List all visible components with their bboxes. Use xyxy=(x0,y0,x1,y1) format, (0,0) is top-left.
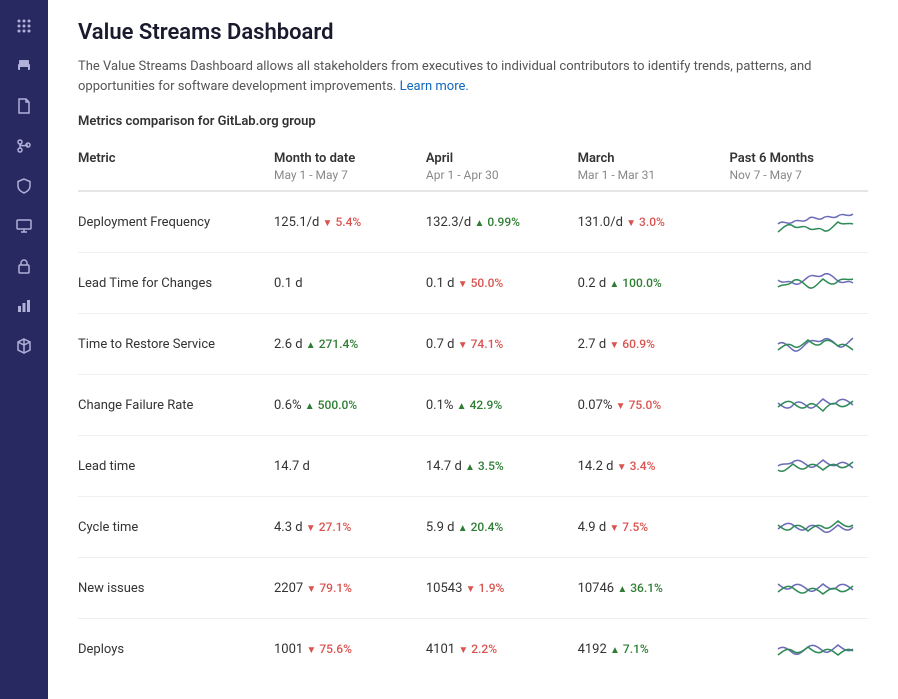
sparkline-cell xyxy=(729,436,868,497)
march-value: 0.2 d 100.0% xyxy=(578,253,730,314)
table-row: Change Failure Rate 0.6% 500.0% 0.1% 42.… xyxy=(78,375,868,436)
shield-icon[interactable] xyxy=(8,170,40,202)
mtd-value: 125.1/d 5.4% xyxy=(274,191,426,253)
april-value: 0.1% 42.9% xyxy=(426,375,578,436)
col-header-april: April Apr 1 - Apr 30 xyxy=(426,143,578,191)
metric-name: Deploys xyxy=(78,619,274,680)
dots-grid-icon[interactable] xyxy=(8,10,40,42)
metrics-group-label: Metrics comparison for GitLab.org group xyxy=(78,114,868,129)
main-content: Value Streams Dashboard The Value Stream… xyxy=(48,0,898,699)
metric-name: New issues xyxy=(78,558,274,619)
metric-name: Time to Restore Service xyxy=(78,314,274,375)
april-value: 0.7 d 74.1% xyxy=(426,314,578,375)
table-row: Deployment Frequency 125.1/d 5.4% 132.3/… xyxy=(78,191,868,253)
col-header-march: March Mar 1 - Mar 31 xyxy=(578,143,730,191)
march-value: 4.9 d 7.5% xyxy=(578,497,730,558)
mtd-value: 2207 79.1% xyxy=(274,558,426,619)
sparkline-cell xyxy=(729,619,868,680)
sparkline-cell xyxy=(729,497,868,558)
page-icon[interactable] xyxy=(8,90,40,122)
march-value: 0.07% 75.0% xyxy=(578,375,730,436)
printer-icon[interactable] xyxy=(8,50,40,82)
mtd-value: 2.6 d 271.4% xyxy=(274,314,426,375)
table-row: Cycle time 4.3 d 27.1% 5.9 d 20.4% 4.9 d… xyxy=(78,497,868,558)
metric-name: Cycle time xyxy=(78,497,274,558)
april-value: 10543 1.9% xyxy=(426,558,578,619)
table-row: Lead time 14.7 d 14.7 d 3.5% 14.2 d 3.4% xyxy=(78,436,868,497)
march-value: 4192 7.1% xyxy=(578,619,730,680)
table-row: Deploys 1001 75.6% 4101 2.2% 4192 7.1% xyxy=(78,619,868,680)
mtd-value: 14.7 d xyxy=(274,436,426,497)
sparkline-cell xyxy=(729,191,868,253)
table-row: Time to Restore Service 2.6 d 271.4% 0.7… xyxy=(78,314,868,375)
page-title: Value Streams Dashboard xyxy=(78,20,868,45)
sidebar xyxy=(0,0,48,699)
march-value: 131.0/d 3.0% xyxy=(578,191,730,253)
april-value: 4101 2.2% xyxy=(426,619,578,680)
march-value: 14.2 d 3.4% xyxy=(578,436,730,497)
march-value: 10746 36.1% xyxy=(578,558,730,619)
april-value: 132.3/d 0.99% xyxy=(426,191,578,253)
mtd-value: 4.3 d 27.1% xyxy=(274,497,426,558)
col-header-metric: Metric xyxy=(78,143,274,191)
mtd-value: 0.6% 500.0% xyxy=(274,375,426,436)
metric-name: Deployment Frequency xyxy=(78,191,274,253)
metrics-table: Metric Month to date May 1 - May 7 April… xyxy=(78,143,868,679)
learn-more-link[interactable]: Learn more. xyxy=(400,79,469,94)
metric-name: Lead Time for Changes xyxy=(78,253,274,314)
package-icon[interactable] xyxy=(8,330,40,362)
march-value: 2.7 d 60.9% xyxy=(578,314,730,375)
mtd-value: 0.1 d xyxy=(274,253,426,314)
metric-name: Lead time xyxy=(78,436,274,497)
table-row: New issues 2207 79.1% 10543 1.9% 10746 3… xyxy=(78,558,868,619)
table-row: Lead Time for Changes 0.1 d 0.1 d 50.0% … xyxy=(78,253,868,314)
lock-icon[interactable] xyxy=(8,250,40,282)
page-description: The Value Streams Dashboard allows all s… xyxy=(78,57,868,96)
merge-icon[interactable] xyxy=(8,130,40,162)
april-value: 14.7 d 3.5% xyxy=(426,436,578,497)
sparkline-cell xyxy=(729,253,868,314)
metric-name: Change Failure Rate xyxy=(78,375,274,436)
col-header-past6: Past 6 Months Nov 7 - May 7 xyxy=(729,143,868,191)
col-header-mtd: Month to date May 1 - May 7 xyxy=(274,143,426,191)
sparkline-cell xyxy=(729,558,868,619)
sparkline-cell xyxy=(729,314,868,375)
monitor-icon[interactable] xyxy=(8,210,40,242)
chart-icon[interactable] xyxy=(8,290,40,322)
sparkline-cell xyxy=(729,375,868,436)
mtd-value: 1001 75.6% xyxy=(274,619,426,680)
april-value: 5.9 d 20.4% xyxy=(426,497,578,558)
april-value: 0.1 d 50.0% xyxy=(426,253,578,314)
